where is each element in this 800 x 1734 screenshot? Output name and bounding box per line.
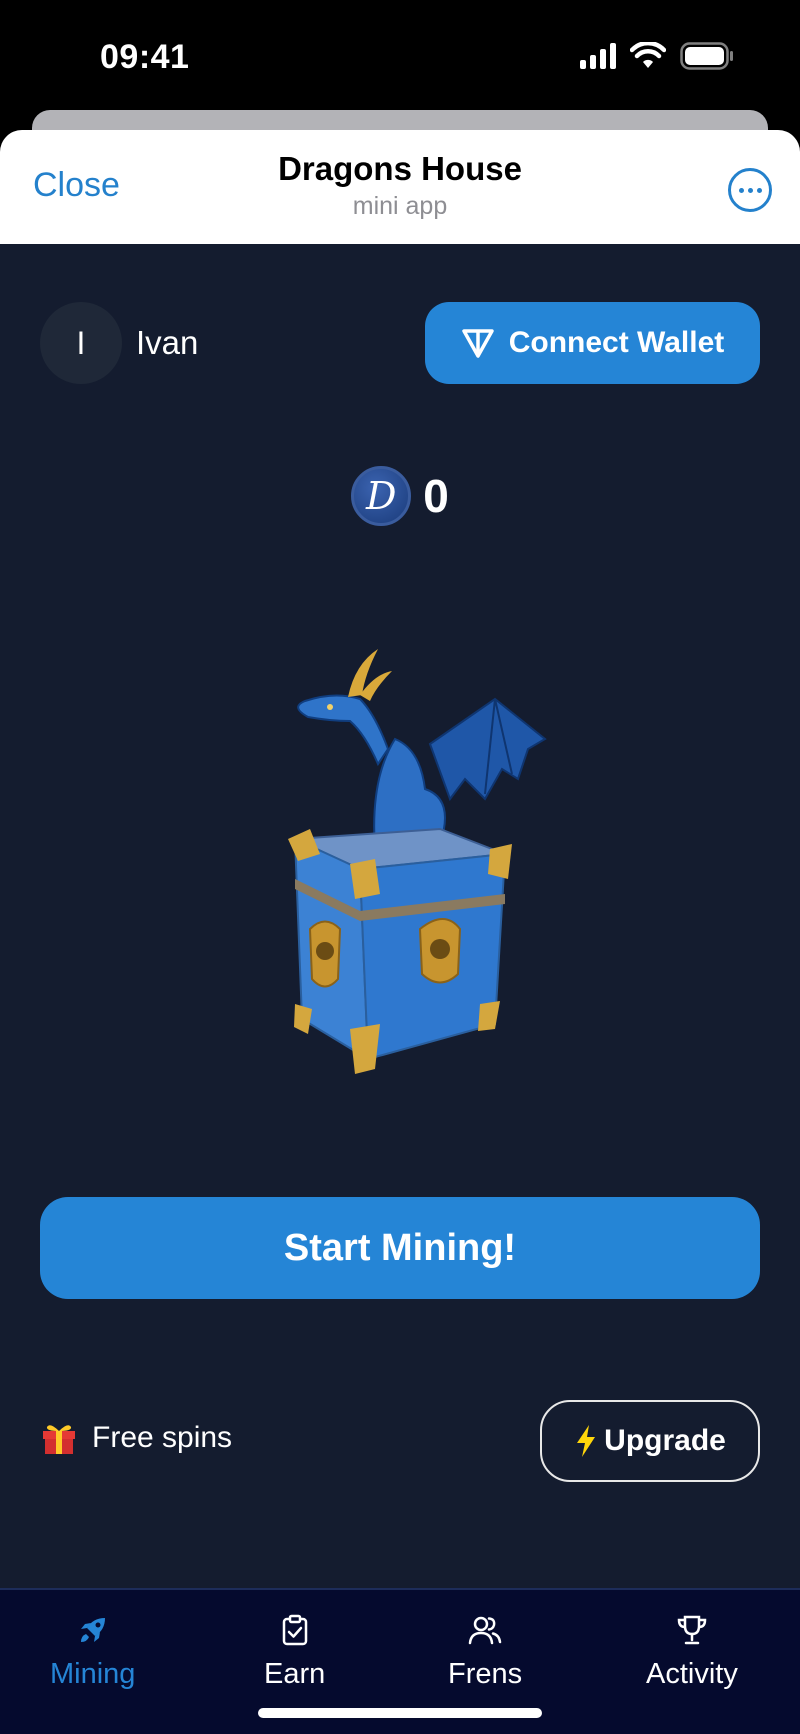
more-icon-dot [738,187,744,193]
avatar: I [40,302,122,384]
start-mining-button[interactable]: Start Mining! [40,1197,760,1299]
clipboard-check-icon [282,1614,307,1646]
users-icon [468,1616,502,1645]
battery-icon [680,42,733,70]
cellular-signal-icon [580,43,616,69]
user-name: Ivan [136,324,199,361]
ton-icon [461,329,494,358]
app-body: I Ivan Connect Wallet D 0 Start Mining! … [0,244,800,1590]
nav-label-earn: Earn [264,1658,326,1690]
header-subtitle: mini app [352,192,448,220]
balance-display: D 0 [0,466,800,526]
upgrade-button[interactable]: Upgrade [540,1400,760,1482]
gift-icon [43,1425,75,1454]
status-time: 09:41 [100,38,190,76]
wifi-icon [630,42,666,68]
nav-item-activity[interactable]: Activity [646,1612,738,1691]
status-icons [580,42,734,70]
upgrade-label: Upgrade [604,1424,726,1457]
nav-label-activity: Activity [646,1658,738,1690]
mini-app-header: Close Dragons House mini app [0,130,800,244]
nav-item-earn[interactable]: Earn [264,1612,325,1691]
rocket-icon [80,1618,105,1642]
more-icon-dot [756,187,762,193]
user-profile[interactable]: I Ivan [40,302,198,384]
lightning-icon [577,1425,596,1457]
connect-wallet-label: Connect Wallet [508,326,725,359]
more-icon-dot [747,187,753,193]
free-spins-label: Free spins [92,1421,233,1454]
trophy-icon [677,1615,707,1645]
header-title: Dragons House [278,150,522,187]
nav-label-frens: Frens [448,1658,523,1690]
nav-item-mining[interactable]: Mining [50,1612,135,1691]
dragon-chest-image[interactable] [280,629,550,1089]
nav-item-frens[interactable]: Frens [448,1612,522,1691]
free-spins-link[interactable]: Free spins [40,1420,232,1456]
more-options-button[interactable] [728,168,772,212]
coin-icon: D [351,466,412,526]
balance-value: 0 [423,470,449,522]
status-bar: 09:41 [0,0,800,120]
connect-wallet-button[interactable]: Connect Wallet [425,302,760,384]
home-indicator[interactable] [258,1708,542,1718]
nav-label-mining: Mining [50,1658,136,1690]
